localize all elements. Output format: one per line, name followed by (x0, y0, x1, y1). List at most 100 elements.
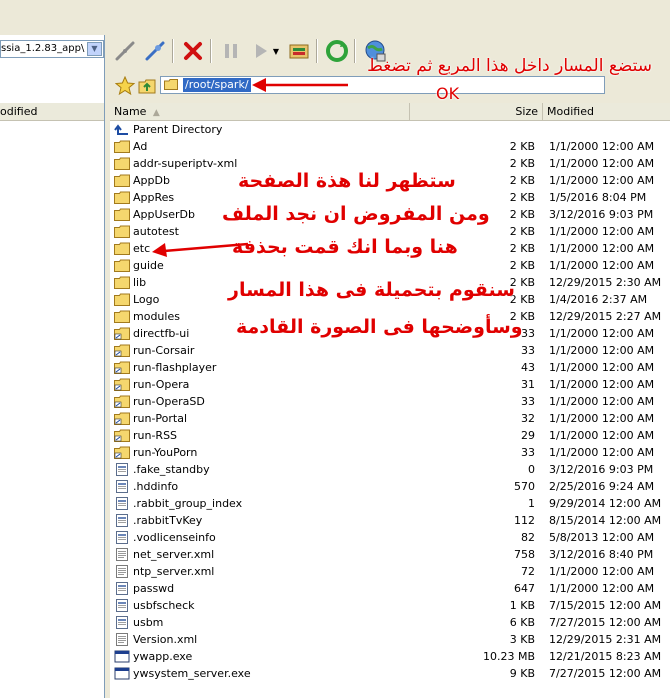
toolbar-separator (172, 39, 174, 63)
column-modified[interactable]: Modified (543, 103, 670, 120)
file-size: 33 (521, 446, 535, 459)
document-icon (116, 633, 128, 646)
folder-icon (114, 242, 130, 255)
file-name: passwd (133, 582, 175, 595)
file-row[interactable]: passwd 647 1/1/2000 12:00 AM (110, 580, 670, 597)
queue-icon[interactable] (286, 38, 312, 64)
executable-icon (114, 650, 130, 663)
file-size: 570 (514, 480, 535, 493)
file-row[interactable]: run-flashplayer 43 1/1/2000 12:00 AM (110, 359, 670, 376)
file-modified: 3/12/2016 8:40 PM (549, 548, 654, 561)
file-row[interactable]: Ad 2 KB 1/1/2000 12:00 AM (110, 138, 670, 155)
file-modified: 1/1/2000 12:00 AM (549, 446, 655, 459)
annotation-line-2: ومن المفروض ان نجد الملف (222, 203, 490, 225)
chevron-down-icon[interactable]: ▼ (270, 38, 282, 64)
file-name: run-Corsair (133, 344, 195, 357)
column-size[interactable]: Size (410, 103, 543, 120)
file-row[interactable]: run-RSS 29 1/1/2000 12:00 AM (110, 427, 670, 444)
file-row[interactable]: .rabbit_group_index 1 9/29/2014 12:00 AM (110, 495, 670, 512)
file-name: net_server.xml (133, 548, 215, 561)
cancel-icon[interactable] (180, 38, 206, 64)
file-row[interactable]: net_server.xml 758 3/12/2016 8:40 PM (110, 546, 670, 563)
file-icon (116, 497, 128, 510)
file-name: etc (133, 242, 151, 255)
file-row[interactable]: usbfscheck 1 KB 7/15/2015 12:00 AM (110, 597, 670, 614)
file-size: 10.23 MB (482, 650, 535, 663)
file-modified: 8/15/2014 12:00 AM (549, 514, 662, 527)
annotation-line-3: هنا وبما انك قمت بحذفة (232, 236, 458, 258)
file-name: run-YouPorn (133, 446, 198, 459)
folder-icon (114, 310, 130, 323)
file-row[interactable]: .vodlicenseinfo 82 5/8/2013 12:00 AM (110, 529, 670, 546)
remote-path-input[interactable]: /root/spark/ (160, 76, 605, 94)
file-size: 0 (528, 463, 535, 476)
column-size-label: Size (515, 105, 538, 118)
file-name: run-Opera (133, 378, 190, 391)
local-path-combo[interactable]: ssia_1.2.83_app\ ▼ (0, 40, 104, 58)
file-modified: 1/1/2000 12:00 AM (549, 378, 655, 391)
file-row[interactable]: run-Portal 32 1/1/2000 12:00 AM (110, 410, 670, 427)
file-modified: 12/29/2015 2:31 AM (549, 633, 662, 646)
file-name: run-RSS (133, 429, 178, 442)
file-modified: 12/29/2015 2:27 AM (549, 310, 662, 323)
file-name: usbfscheck (133, 599, 195, 612)
column-name[interactable]: Name ▲ (110, 103, 410, 120)
local-pane (0, 35, 105, 698)
file-row[interactable]: ntp_server.xml 72 1/1/2000 12:00 AM (110, 563, 670, 580)
file-size: 758 (514, 548, 535, 561)
file-modified: 1/1/2000 12:00 AM (549, 582, 655, 595)
file-row[interactable]: run-Opera 31 1/1/2000 12:00 AM (110, 376, 670, 393)
file-name: Ad (133, 140, 148, 153)
disconnect-icon[interactable] (112, 38, 138, 64)
file-modified: 7/27/2015 12:00 AM (549, 616, 662, 629)
folder-icon (114, 225, 130, 238)
file-size: 33 (521, 344, 535, 357)
file-modified: 1/1/2000 12:00 AM (549, 259, 655, 272)
file-modified: 1/1/2000 12:00 AM (549, 395, 655, 408)
local-column-modified[interactable]: odified (0, 103, 104, 121)
file-row[interactable]: run-OperaSD 33 1/1/2000 12:00 AM (110, 393, 670, 410)
file-row[interactable]: run-Corsair 33 1/1/2000 12:00 AM (110, 342, 670, 359)
file-row[interactable]: ywsystem_server.exe 9 KB 7/27/2015 12:00 A… (110, 665, 670, 682)
file-row[interactable]: .hddinfo 570 2/25/2016 9:24 AM (110, 478, 670, 495)
folder-icon (114, 157, 130, 170)
folder-link-icon (114, 412, 130, 425)
folder-link-icon (114, 429, 130, 442)
file-modified: 7/27/2015 12:00 AM (549, 667, 662, 680)
file-row[interactable]: Version.xml 3 KB 12/29/2015 2:31 AM (110, 631, 670, 648)
file-row[interactable]: run-YouPorn 33 1/1/2000 12:00 AM (110, 444, 670, 461)
file-name: Logo (133, 293, 160, 306)
file-modified: 1/1/2000 12:00 AM (549, 140, 655, 153)
local-column-modified-label: odified (0, 105, 38, 118)
arrow-to-address-icon (252, 78, 348, 92)
file-modified: 5/8/2013 12:00 AM (549, 531, 655, 544)
file-name: .rabbit_group_index (133, 497, 243, 510)
file-modified: 12/29/2015 2:30 AM (549, 276, 662, 289)
executable-icon (114, 667, 130, 680)
file-size: 6 KB (509, 616, 535, 629)
connect-icon[interactable] (142, 38, 168, 64)
file-row[interactable]: .fake_standby 0 3/12/2016 9:03 PM (110, 461, 670, 478)
file-modified: 1/1/2000 12:00 AM (549, 174, 655, 187)
pause-icon[interactable] (218, 38, 244, 64)
file-icon (116, 599, 128, 612)
chevron-down-icon[interactable]: ▼ (87, 42, 102, 56)
annotation-line-5: وسأوضحها فى الصورة القادمة (236, 316, 523, 338)
file-size: 647 (514, 582, 535, 595)
file-row[interactable]: .rabbitTvKey 112 8/15/2014 12:00 AM (110, 512, 670, 529)
remote-path-text: /root/spark/ (183, 78, 251, 92)
file-row[interactable]: ywapp.exe 10.23 MB 12/21/2015 8:23 AM (110, 648, 670, 665)
file-name: ntp_server.xml (133, 565, 215, 578)
file-modified: 1/1/2000 12:00 AM (549, 344, 655, 357)
file-modified: 1/1/2000 12:00 AM (549, 225, 655, 238)
up-folder-icon[interactable] (134, 73, 160, 99)
file-size: 3 KB (509, 633, 535, 646)
file-modified: 3/12/2016 9:03 PM (549, 208, 654, 221)
file-size: 2 KB (509, 259, 535, 272)
file-size: 43 (521, 361, 535, 374)
file-name: modules (133, 310, 180, 323)
folder-icon (114, 259, 130, 272)
parent-directory-row[interactable]: Parent Directory (110, 121, 670, 138)
file-row[interactable]: usbm 6 KB 7/27/2015 12:00 AM (110, 614, 670, 631)
file-row[interactable]: guide 2 KB 1/1/2000 12:00 AM (110, 257, 670, 274)
